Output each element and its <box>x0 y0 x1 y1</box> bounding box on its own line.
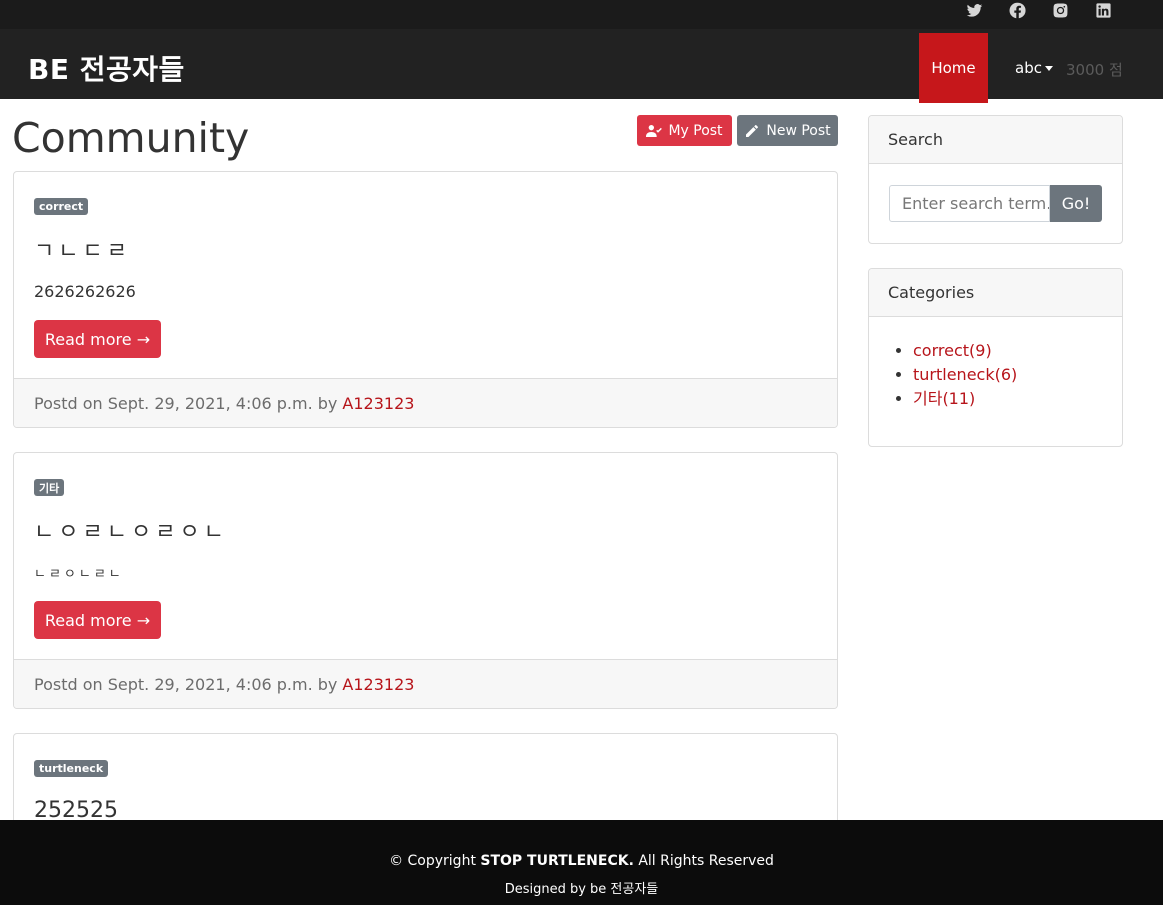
category-badge[interactable]: 기타 <box>34 479 65 496</box>
user-name: abc <box>1015 59 1042 77</box>
post-title: ㄴㅇㄹㄴㅇㄹㅇㄴ <box>34 520 228 545</box>
facebook-icon[interactable] <box>1007 0 1027 21</box>
user-dropdown[interactable]: abc <box>1015 59 1053 77</box>
category-link-correct[interactable]: correct(9) <box>913 341 992 360</box>
read-more-button[interactable]: Read more → <box>34 601 161 639</box>
post-date: Postd on Sept. 29, 2021, 4:06 p.m. by <box>34 393 338 413</box>
footer-brand: STOP TURTLENECK. <box>480 853 634 869</box>
page-title: Community <box>12 114 250 162</box>
main-navbar: BE 전공자들 Home abc 3000 점 <box>0 29 1163 103</box>
read-more-button[interactable]: Read more → <box>34 320 161 358</box>
linkedin-icon[interactable] <box>1093 0 1113 21</box>
instagram-icon[interactable] <box>1050 0 1070 21</box>
list-item: 기타(11) <box>913 387 1017 411</box>
designed-by-text: Designed by be 전공자들 <box>504 882 659 897</box>
post-card: correct ㄱㄴㄷㄹ 2626262626 Read more → Post… <box>13 171 838 428</box>
user-points: 3000 점 <box>1066 61 1123 79</box>
twitter-icon[interactable] <box>964 0 984 21</box>
list-item: correct(9) <box>913 339 1017 363</box>
categories-widget: Categories correct(9) turtleneck(6) 기타(1… <box>868 268 1123 447</box>
user-check-icon <box>646 124 663 137</box>
copyright-text: © Copyright STOP TURTLENECK. All Rights … <box>0 853 1163 869</box>
category-badge[interactable]: correct <box>34 198 89 215</box>
my-post-label: My Post <box>668 122 723 139</box>
my-post-button[interactable]: My Post <box>637 115 732 146</box>
category-link-turtleneck[interactable]: turtleneck(6) <box>913 365 1017 384</box>
social-bar <box>0 0 1163 29</box>
site-footer: © Copyright STOP TURTLENECK. All Rights … <box>0 820 1163 905</box>
post-excerpt: 2626262626 <box>34 282 136 301</box>
category-badge[interactable]: turtleneck <box>34 760 109 777</box>
pencil-icon <box>746 124 759 137</box>
post-meta: Postd on Sept. 29, 2021, 4:06 p.m. by A1… <box>14 659 837 708</box>
categories-widget-title: Categories <box>869 269 1122 317</box>
search-widget-title: Search <box>869 116 1122 164</box>
category-link-etc[interactable]: 기타(11) <box>913 389 975 408</box>
new-post-button[interactable]: New Post <box>737 115 838 146</box>
author-link[interactable]: A123123 <box>342 394 414 413</box>
search-input[interactable]: Enter search term... <box>889 185 1050 222</box>
list-item: turtleneck(6) <box>913 363 1017 387</box>
caret-down-icon <box>1044 66 1053 71</box>
copyright-prefix: © Copyright <box>389 853 476 869</box>
site-brand[interactable]: BE 전공자들 <box>28 48 185 88</box>
search-go-button[interactable]: Go! <box>1050 185 1102 222</box>
search-widget: Search Enter search term... Go! <box>868 115 1123 244</box>
post-excerpt: ㄴㄹㅇㄴㄹㄴ <box>34 567 124 582</box>
nav-home-link[interactable]: Home <box>919 33 988 103</box>
author-link[interactable]: A123123 <box>342 675 414 694</box>
category-list: correct(9) turtleneck(6) 기타(11) <box>913 339 1017 411</box>
post-card: 기타 ㄴㅇㄹㄴㅇㄹㅇㄴ ㄴㄹㅇㄴㄹㄴ Read more → Postd on … <box>13 452 838 709</box>
post-meta: Postd on Sept. 29, 2021, 4:06 p.m. by A1… <box>14 378 837 427</box>
new-post-label: New Post <box>766 122 831 139</box>
post-title: ㄱㄴㄷㄹ <box>34 239 131 264</box>
rights-text: All Rights Reserved <box>638 853 774 869</box>
post-date: Postd on Sept. 29, 2021, 4:06 p.m. by <box>34 674 338 694</box>
